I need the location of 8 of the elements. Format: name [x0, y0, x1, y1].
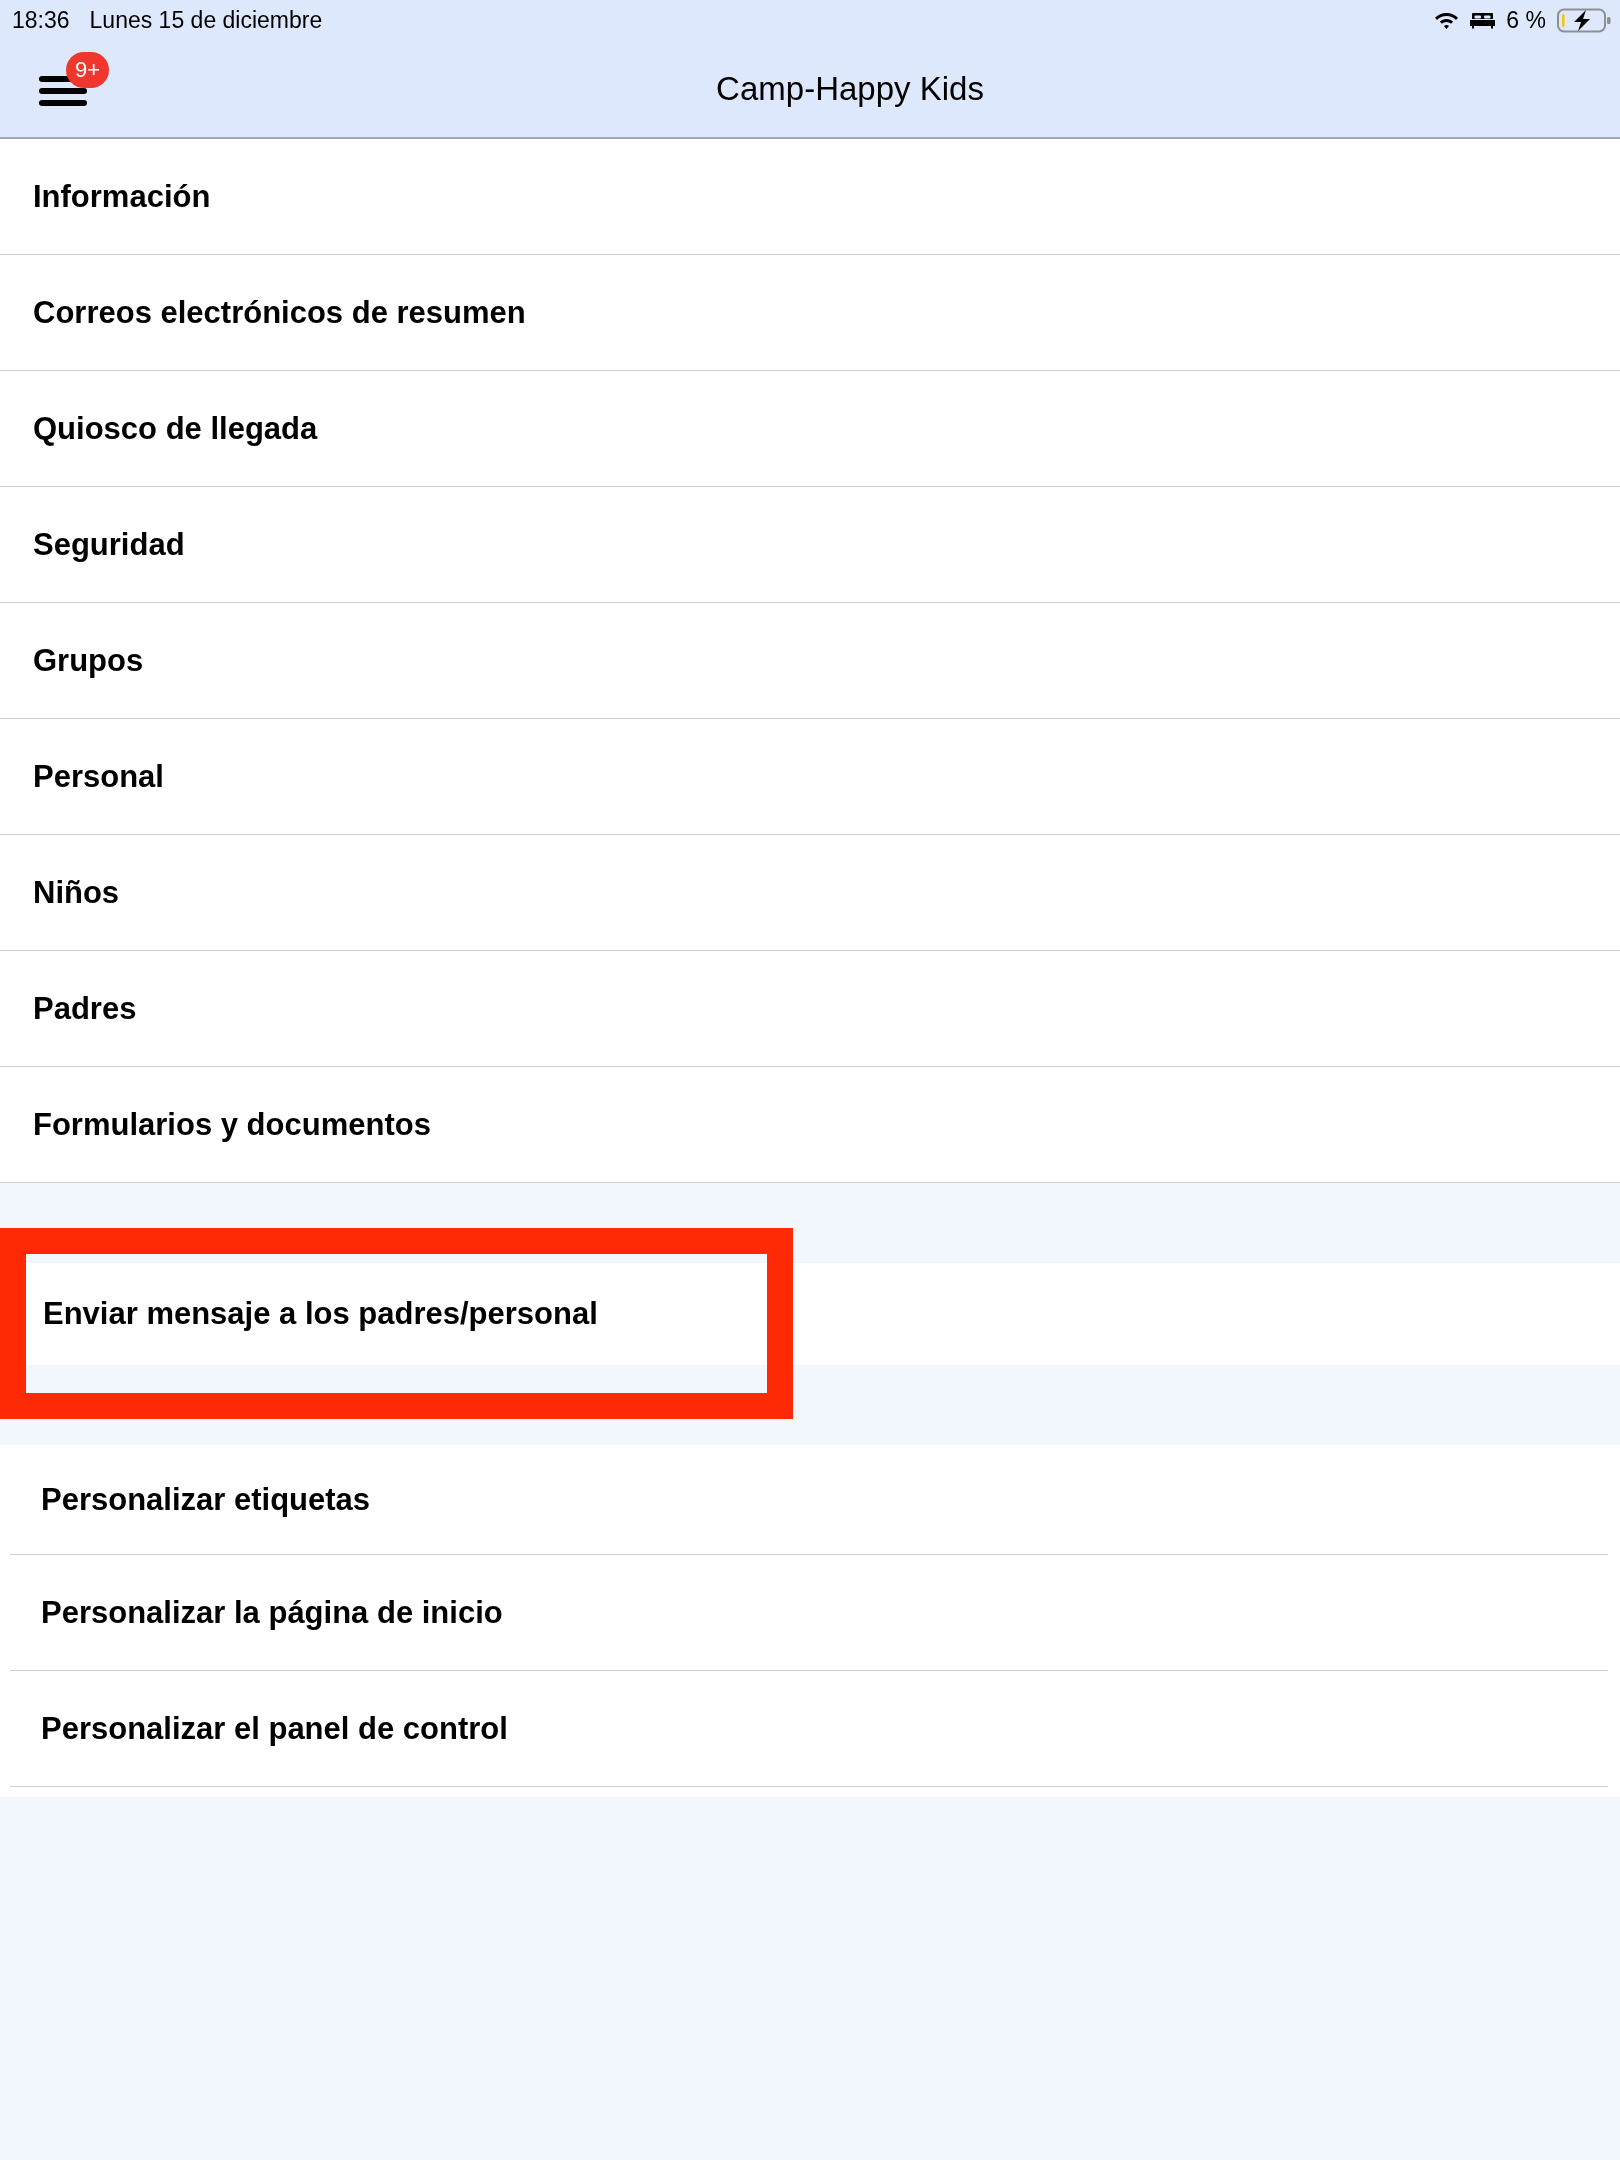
status-date: Lunes 15 de diciembre: [89, 8, 323, 32]
battery-percentage: 6 %: [1506, 8, 1546, 32]
wifi-icon: [1434, 10, 1460, 30]
bed-icon: [1470, 11, 1496, 29]
notification-badge: 9+: [66, 51, 109, 88]
status-time: 18:36: [12, 8, 70, 32]
battery-charging-icon: [1557, 7, 1612, 33]
app-title: Camp-Happy Kids: [716, 69, 984, 108]
